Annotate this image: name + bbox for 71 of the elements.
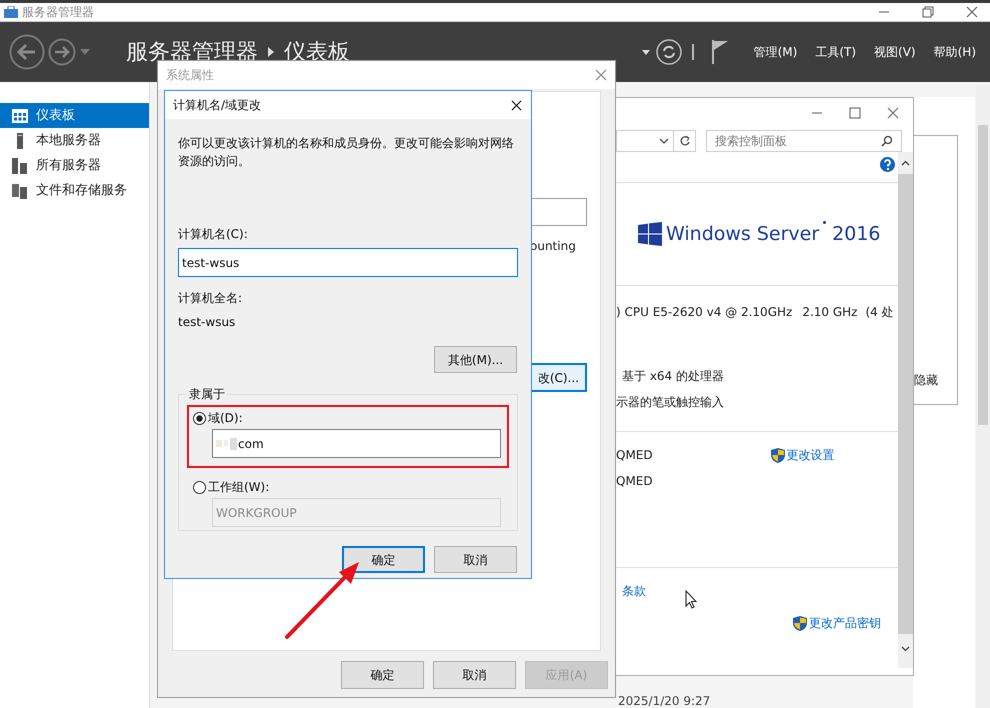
mouse-cursor-icon [685, 590, 698, 610]
refresh-icon[interactable] [678, 135, 690, 147]
search-icon[interactable] [881, 135, 893, 147]
menu-item[interactable]: 视图(V) [874, 43, 916, 61]
description-text: 你可以更改该计算机的名称和成员身份。更改可能会影响对网络资源的访问。 [178, 135, 515, 170]
folder-icon [12, 182, 28, 198]
menu-item[interactable]: 帮助(H) [934, 43, 976, 61]
scroll-up-icon[interactable] [901, 160, 910, 166]
processor-count-text: (4 处 [865, 304, 894, 321]
windows-server-logo: Windows Server 2016 [638, 183, 898, 285]
date-text: 2025/1/20 9:27 [618, 694, 710, 708]
servers-icon [12, 158, 28, 174]
radio-option[interactable]: 域(D): [193, 409, 503, 427]
speed-text: 2.10 GHz [802, 304, 858, 321]
forward-icon[interactable] [48, 38, 76, 66]
dialog-button[interactable]: 取消 [434, 546, 517, 573]
hide-label[interactable]: 隐藏 [914, 371, 938, 389]
dialog-button[interactable]: 确定 [342, 546, 425, 573]
domain-box[interactable]: com [212, 429, 501, 458]
pen-touch-text: 示器的笔或触控输入 [616, 394, 725, 411]
window-title: 服务器管理器 [22, 4, 94, 21]
scroll-down-icon[interactable] [901, 646, 910, 652]
field-text: ounting [530, 238, 576, 255]
sidebar-item[interactable]: 所有服务器 [0, 153, 149, 178]
group-label: 隶属于 [188, 386, 226, 403]
radio-option[interactable]: 工作组(W): [193, 478, 503, 496]
sidebar-item[interactable]: 本地服务器 [0, 128, 149, 153]
trademark-icon [823, 221, 826, 224]
shield-icon [793, 616, 807, 630]
caret-icon[interactable] [642, 50, 650, 54]
full-name-text: QMED [616, 473, 654, 490]
back-icon[interactable] [9, 34, 45, 70]
shield-icon [770, 448, 785, 462]
field-label: 计算机名(C): [178, 226, 249, 243]
system-type-text: 基于 x64 的处理器 [622, 368, 725, 385]
change-settings-link[interactable]: 更改设置 [770, 446, 835, 464]
scrollbar[interactable] [898, 152, 913, 668]
refresh-icon[interactable] [656, 39, 682, 65]
more-button[interactable]: 其他(M)... [434, 346, 517, 373]
dialog-button[interactable]: 确定 [341, 661, 424, 689]
help-icon[interactable] [880, 157, 895, 172]
dialog-button[interactable]: 取消 [433, 661, 516, 689]
search-box[interactable]: 搜索控制面板 [706, 130, 902, 152]
domain-field[interactable]: com [238, 434, 497, 452]
restore-icon[interactable] [922, 6, 934, 18]
blurred-text-icon [216, 438, 238, 450]
menu-item[interactable]: 工具(T) [815, 43, 856, 61]
radio-icon[interactable] [193, 480, 206, 494]
computer-name-text: QMED [616, 447, 653, 464]
processor-text: ) CPU E5-2620 v4 @ 2.10GHz [616, 304, 792, 321]
sidebar-item[interactable]: 仪表板 [0, 103, 149, 128]
dialog-title: 计算机名/域更改 [173, 97, 262, 114]
grid-icon [12, 108, 28, 122]
windows-logo-icon [638, 222, 662, 246]
chevron-down-icon[interactable] [659, 138, 669, 144]
search-field[interactable]: 搜索控制面板 [715, 132, 881, 150]
radio-icon[interactable] [193, 412, 206, 424]
close-icon[interactable] [511, 100, 522, 110]
product-key-link[interactable]: 更改产品密钥 [793, 614, 898, 632]
full-name-text: test-wsus [178, 314, 236, 331]
menu-item[interactable]: 管理(M) [754, 43, 798, 61]
field-label: 计算机全名: [178, 290, 244, 307]
chevron-icon [268, 47, 274, 57]
license-link[interactable]: 条款 [622, 582, 898, 600]
toolbox-icon [4, 6, 18, 18]
scrollbar[interactable] [976, 85, 990, 708]
computer-name-field[interactable]: test-wsus [178, 248, 518, 277]
sidebar-item[interactable]: 文件和存储服务 [0, 178, 149, 203]
maximize-icon[interactable] [849, 107, 861, 119]
dialog-title: 系统属性 [166, 67, 214, 84]
flag-icon[interactable] [712, 40, 728, 64]
